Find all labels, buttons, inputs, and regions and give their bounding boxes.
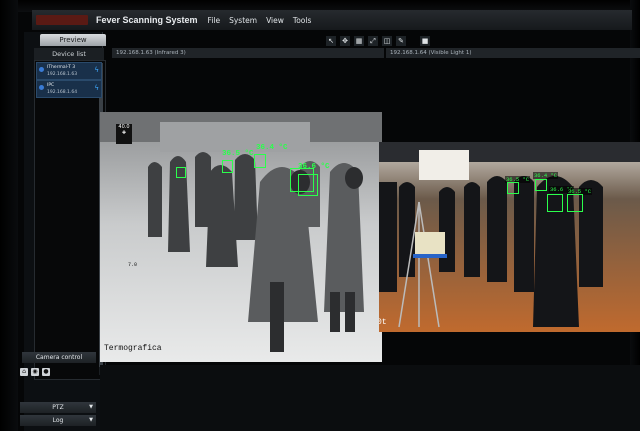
device-item-ipc[interactable]: IPC 192.168.1.64 ϟ (36, 80, 102, 98)
temp-reading: 36.4 °C (533, 172, 559, 179)
face-detection-box (254, 154, 266, 168)
face-detection-box (535, 179, 547, 191)
menu-bar: File System View Tools (208, 16, 321, 25)
ptz-label: PTZ (52, 404, 64, 411)
face-detection-box (507, 182, 519, 194)
menu-file[interactable]: File (208, 16, 221, 25)
connected-icon: ϟ (94, 66, 99, 74)
stop-icon[interactable]: ■ (420, 36, 430, 46)
device-item-ithermal[interactable]: IThermal-T 3 192.168.1.63 ϟ (36, 62, 102, 80)
visible-video-feed[interactable]: 0t 36.5 °C 36.4 °C 36.6 °C 36.5 °C (379, 142, 640, 332)
pointer-icon[interactable]: ↖ (326, 36, 336, 46)
expand-icon[interactable]: ⤢ (368, 36, 378, 46)
camera-icon (39, 85, 44, 90)
infrared-channel-label: 192.168.1.63 (Infrared 3) (116, 50, 186, 56)
grid-icon[interactable]: ▦ (354, 36, 364, 46)
camera-control-buttons: ⌂ ◉ ● (20, 368, 50, 376)
settings-icon[interactable]: ✎ (396, 36, 406, 46)
move-icon[interactable]: ✥ (340, 36, 350, 46)
monitor-bezel-left (0, 0, 18, 431)
device-list (34, 60, 106, 380)
infrared-channel-header: 192.168.1.63 (Infrared 3) (112, 48, 384, 58)
thermal-scale-box: 40.0 ✚ (116, 124, 132, 144)
capture-icon[interactable]: ● (42, 368, 50, 376)
visible-channel-label: 192.168.1.64 (Visible Light 1) (390, 50, 472, 56)
face-detection-box (298, 174, 318, 196)
temp-reading: 36.5 °C (222, 150, 254, 158)
log-header[interactable]: Log ▼ (20, 415, 96, 426)
crosshair-icon: ✚ (121, 130, 127, 136)
camera-icon (39, 67, 44, 72)
device-name: IPC (47, 83, 55, 88)
visible-channel-header: 192.168.1.64 (Visible Light 1) (386, 48, 640, 58)
face-detection-box (222, 160, 233, 173)
temp-reading: 36.4 °C (256, 144, 288, 152)
title-bar: Fever Scanning System File System View T… (32, 10, 632, 30)
empty-view-area (100, 365, 640, 431)
brand-logo (36, 15, 88, 25)
app-title: Fever Scanning System (96, 15, 198, 25)
connected-icon: ϟ (94, 84, 99, 92)
home-icon[interactable]: ⌂ (20, 368, 28, 376)
camera-control-header[interactable]: Camera control (22, 352, 96, 363)
thermal-watermark: Termografica (104, 344, 162, 353)
menu-system[interactable]: System (229, 16, 257, 25)
view-toolbar: ↖ ✥ ▦ ⤢ ◫ ✎ ■ (326, 36, 430, 46)
menu-view[interactable]: View (266, 16, 284, 25)
chevron-down-icon: ▼ (89, 404, 93, 410)
layout-icon[interactable]: ◫ (382, 36, 392, 46)
record-icon[interactable]: ◉ (31, 368, 39, 376)
thermal-scale-mid: 7.0 (128, 262, 138, 268)
tab-preview[interactable]: Preview (40, 34, 106, 46)
chevron-down-icon: ▼ (89, 417, 93, 423)
visible-scene (379, 142, 640, 332)
thermal-video-feed[interactable]: 40.0 ✚ 7.0 Termografica 36.5 °C 36.4 °C … (100, 112, 382, 362)
ptz-header[interactable]: PTZ ▼ (20, 402, 96, 413)
face-detection-box (176, 167, 186, 178)
face-detection-box (567, 194, 583, 212)
menu-tools[interactable]: Tools (293, 16, 311, 25)
camera-control-label: Camera control (35, 354, 83, 361)
device-ip: 192.168.1.64 (47, 90, 78, 95)
visible-corner-text: 0t (379, 318, 387, 327)
device-ip: 192.168.1.63 (47, 72, 78, 77)
device-name: IThermal-T 3 (47, 65, 76, 70)
log-label: Log (52, 417, 64, 424)
face-detection-box (547, 194, 563, 212)
